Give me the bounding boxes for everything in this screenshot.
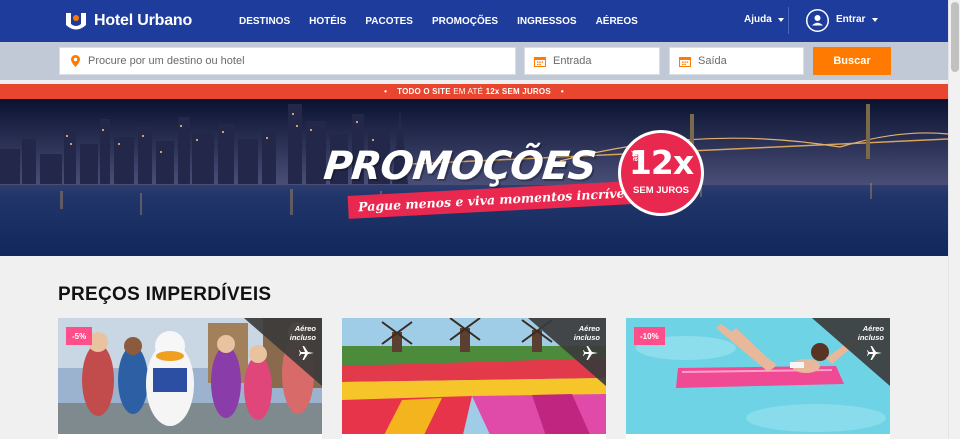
strip-text-1: TODO O SITE [397, 87, 451, 96]
discount-badge: -10% [634, 327, 665, 345]
user-icon [807, 10, 828, 31]
section-title: PREÇOS IMPERDÍVEIS [58, 284, 272, 305]
nav-item-hoteis[interactable]: HOTÉIS [309, 16, 346, 27]
chevron-down-icon [777, 17, 784, 22]
checkin-input[interactable] [553, 55, 659, 67]
login-menu[interactable]: Entrar [836, 14, 879, 25]
discount-badge: -5% [66, 327, 93, 345]
strip-text-3: 12x SEM JUROS [485, 87, 551, 96]
deal-card[interactable]: Aéreo incluso [342, 318, 606, 439]
top-navigation-bar: Hotel Urbano DESTINOS HOTÉIS PACOTES PRO… [0, 0, 948, 42]
deal-card[interactable]: -10% Aéreo incluso [626, 318, 890, 439]
checkout-field[interactable] [669, 47, 804, 75]
nav-item-pacotes[interactable]: PACOTES [365, 16, 413, 27]
chevron-down-icon [872, 17, 879, 22]
airplane-icon [867, 346, 882, 360]
hotel-urbano-logo-icon [66, 13, 86, 30]
promo-title: PROMOÇÕES [321, 144, 598, 189]
logo[interactable]: Hotel Urbano [64, 9, 192, 33]
checkout-input[interactable] [698, 55, 803, 67]
location-pin-icon [69, 55, 81, 67]
card-body-edge [58, 434, 322, 439]
help-menu[interactable]: Ajuda [744, 14, 784, 25]
search-button[interactable]: Buscar [813, 47, 891, 75]
airplane-icon [299, 346, 314, 360]
badge-12x: 12x [628, 143, 694, 182]
flight-included-tag: Aéreo incluso [289, 324, 316, 342]
nav-item-ingressos[interactable]: INGRESSOS [517, 16, 576, 27]
flight-included-tag: Aéreo incluso [573, 324, 600, 342]
destination-input[interactable] [88, 55, 452, 67]
help-label: Ajuda [744, 14, 772, 25]
card-body-edge [626, 434, 890, 439]
nav-divider [788, 7, 789, 34]
deal-card[interactable]: -5% Aéreo incluso [58, 318, 322, 439]
nav-item-aereos[interactable]: AÉREOS [596, 16, 638, 27]
strip-text-2: EM ATÉ [450, 87, 486, 96]
flight-included-tag: Aéreo incluso [857, 324, 884, 342]
vertical-scrollbar[interactable] [948, 0, 960, 439]
installments-badge: até 12x SEM JUROS [618, 130, 704, 216]
nav-item-promocoes[interactable]: PROMOÇÕES [432, 16, 498, 27]
nav-item-destinos[interactable]: DESTINOS [239, 16, 290, 27]
destination-field[interactable] [59, 47, 516, 75]
badge-sem-juros: SEM JUROS [633, 185, 689, 196]
card-body-edge [342, 434, 606, 439]
user-avatar[interactable] [806, 9, 829, 32]
promo-banner[interactable]: PROMOÇÕES Pague menos e viva momentos in… [0, 99, 948, 256]
logo-text: Hotel Urbano [94, 12, 193, 29]
calendar-icon [679, 55, 691, 67]
main-nav: DESTINOS HOTÉIS PACOTES PROMOÇÕES INGRES… [239, 0, 657, 42]
promo-strip[interactable]: • TODO O SITE EM ATÉ 12x SEM JUROS • [0, 84, 948, 99]
checkin-field[interactable] [524, 47, 660, 75]
search-bar: Buscar [0, 42, 948, 80]
login-label: Entrar [836, 14, 866, 25]
scrollbar-thumb[interactable] [951, 2, 959, 72]
airplane-icon [583, 346, 598, 360]
calendar-icon [534, 55, 546, 67]
